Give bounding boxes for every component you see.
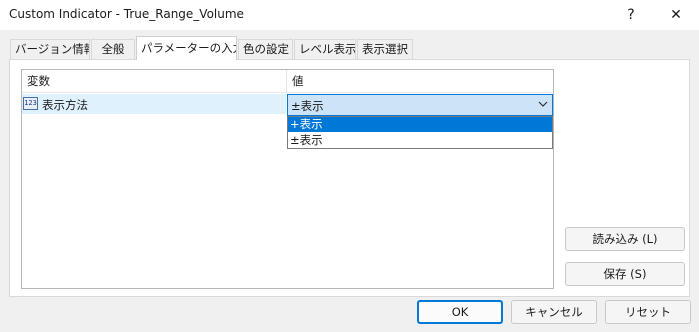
value-combobox[interactable] [287,94,553,116]
tab-visualization[interactable]: 表示選択 [357,39,413,59]
save-button[interactable]: 保存 (S) [565,262,685,286]
chevron-down-icon[interactable] [537,97,549,111]
combobox-value[interactable]: ±表示 [291,98,324,114]
tab-levels[interactable]: レベル表示 [294,39,356,59]
column-divider[interactable] [286,70,287,92]
tab-colors[interactable]: 色の設定 [238,39,293,59]
number-type-icon: 123 [23,97,38,110]
close-button[interactable]: ✕ [653,0,699,30]
ok-button[interactable]: OK [417,300,503,324]
tab-version-info[interactable]: バージョン情報 [10,39,90,59]
dropdown-option[interactable]: ±表示 [288,133,552,148]
cancel-button[interactable]: キャンセル [511,300,597,324]
window-title: Custom Indicator - True_Range_Volume [9,7,244,21]
tab-general[interactable]: 全般 [91,39,135,59]
reset-button[interactable]: リセット [605,300,691,324]
dropdown-option[interactable]: +表示 [288,117,552,132]
column-header-variable[interactable]: 変数 [27,70,50,92]
parameter-name[interactable]: 表示方法 [42,97,88,113]
load-button[interactable]: 読み込み (L) [565,227,685,251]
column-header-value[interactable]: 値 [292,70,304,92]
help-button[interactable]: ? [608,0,654,30]
header-divider [22,92,553,93]
tab-input-parameters[interactable]: パラメーターの入力 [136,36,237,60]
